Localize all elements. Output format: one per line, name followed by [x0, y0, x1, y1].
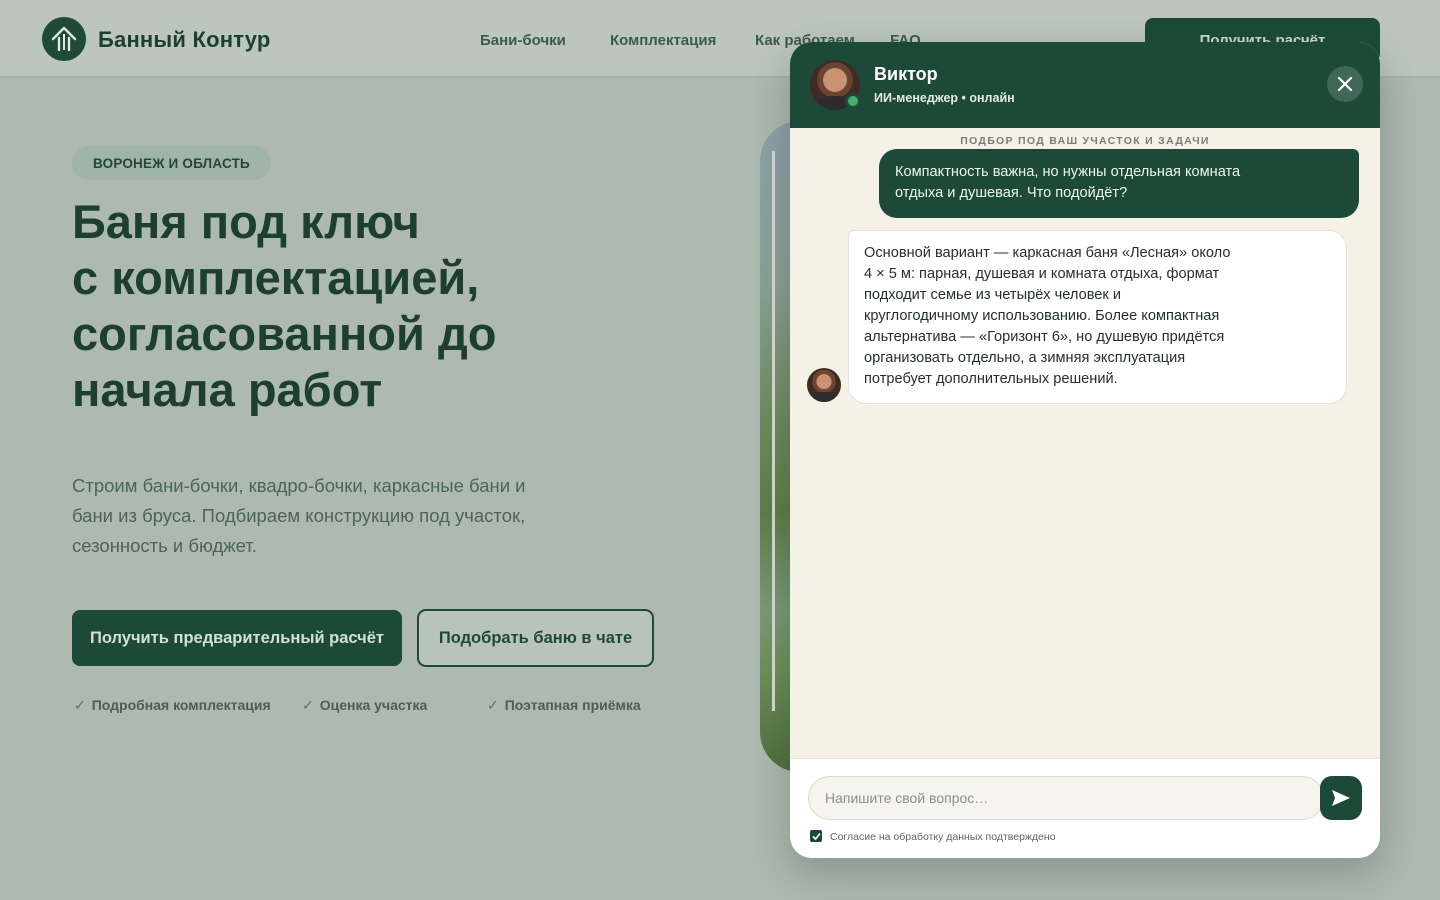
user-message: Компактность важна, но нужны отдельная к…: [879, 149, 1359, 218]
close-chat-button[interactable]: [1327, 66, 1363, 102]
title-line: согласованной до: [72, 307, 497, 360]
preliminary-calc-button[interactable]: Получить предварительный расчёт: [72, 610, 402, 666]
chat-context-label: ПОДБОР ПОД ВАШ УЧАСТОК И ЗАДАЧИ: [960, 135, 1210, 147]
chat-message-input[interactable]: [808, 776, 1324, 820]
chat-select-button[interactable]: Подобрать баню в чате: [417, 609, 654, 667]
check-icon: ✓: [302, 697, 314, 713]
close-icon: [1337, 76, 1353, 92]
bot-avatar: [807, 368, 841, 402]
house-tree-icon[interactable]: [42, 17, 86, 61]
chat-widget: Виктор ИИ-менеджер • онлайн ПОДБОР ПОД В…: [790, 42, 1380, 858]
chat-footer: Согласие на обработку данных подтвержден…: [790, 758, 1380, 858]
checkmark-icon: [811, 832, 821, 840]
brand-name[interactable]: Банный Контур: [98, 27, 271, 53]
online-status-icon: [845, 93, 861, 109]
consent-label: Согласие на обработку данных подтвержден…: [830, 831, 1056, 843]
region-badge: ВОРОНЕЖ И ОБЛАСТЬ: [72, 146, 271, 180]
message-line: Компактность важна, но нужны отдельная к…: [895, 164, 1241, 180]
page-title: Баня под ключ с комплектацией, согласова…: [72, 194, 672, 418]
nav-item-barrels[interactable]: Бани-бочки: [480, 32, 566, 49]
hero-subtitle: Строим бани-бочки, квадро-бочки, каркасн…: [72, 475, 526, 556]
send-button[interactable]: [1320, 776, 1362, 820]
message-line: Основной вариант — каркасная баня «Лесна…: [864, 245, 1231, 261]
message-line: альтернатива — «Горизонт 6», но душевую …: [864, 329, 1225, 345]
check-icon: ✓: [74, 697, 86, 713]
agent-name: Виктор: [874, 64, 938, 84]
chat-header: Виктор ИИ-менеджер • онлайн: [790, 42, 1380, 128]
message-line: подходит семье из четырёх человек и: [864, 287, 1121, 303]
bot-message: Основной вариант — каркасная баня «Лесна…: [848, 230, 1347, 404]
title-line: начала работ: [72, 363, 383, 416]
consent-checkbox[interactable]: [810, 830, 822, 842]
message-line: круглогодичному использованию. Более ком…: [864, 308, 1220, 324]
agent-role: ИИ-менеджер • онлайн: [874, 91, 1015, 105]
check-icon: ✓: [487, 697, 499, 713]
feature-item: ✓ Поэтапная приёмка: [487, 697, 641, 713]
message-line: отдыха и душевая. Что подойдёт?: [895, 185, 1128, 201]
message-line: потребует дополнительных решений.: [864, 371, 1118, 387]
send-icon: [1332, 790, 1350, 806]
feature-item: ✓ Оценка участка: [302, 697, 428, 713]
feature-item: ✓ Подробная комплектация: [74, 697, 271, 713]
title-line: Баня под ключ: [72, 195, 420, 248]
title-line: с комплектацией,: [72, 251, 480, 304]
message-line: 4 × 5 м: парная, душевая и комната отдых…: [864, 266, 1220, 282]
message-line: организовать отдельно, а зимняя эксплуат…: [864, 350, 1186, 366]
nav-item-equipment[interactable]: Комплектация: [610, 32, 716, 49]
